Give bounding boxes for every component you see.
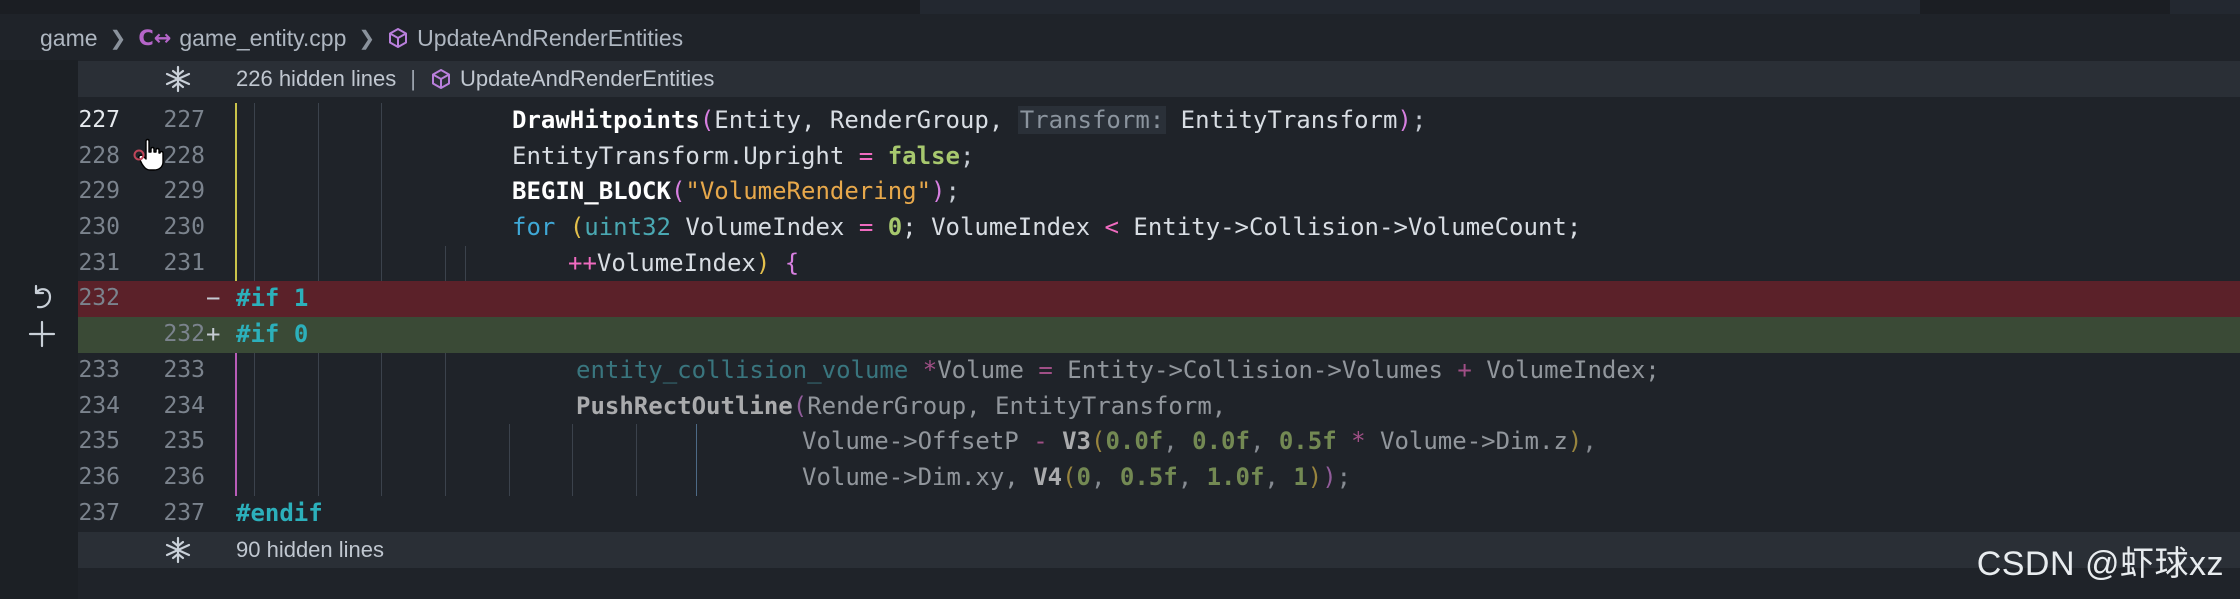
old-line-number: 233 [78,356,120,383]
code-text: #if 1 [236,284,309,313]
hidden-lines-label: 226 hidden lines [236,66,397,91]
hidden-lines-label: 90 hidden lines [236,537,385,562]
code-line: 233 233 entity_collision_volume *Volume … [78,352,2240,389]
old-line-number: 227 [78,107,120,133]
change-bar [235,352,237,389]
hidden-lines-bottom[interactable]: 90 hidden lines [78,532,2240,568]
code-text: for (uint32 VolumeIndex = 0; VolumeIndex… [512,213,1582,242]
new-line-number: 229 [163,178,205,205]
old-line-number: 236 [78,463,120,490]
code-text: BEGIN_BLOCK("VolumeRendering"); [512,177,960,206]
new-line-number: 234 [163,392,205,419]
code-line: 234 234 PushRectOutline(RenderGroup, Ent… [78,388,2240,425]
code-line: 236 236 Volume->Dim.xy, V4(0, 0.5f, 1.0f… [78,459,2240,496]
code-line: 231 231 ++VolumeIndex) { [78,245,2240,282]
code-text: Volume->OffsetP - V3(0.0f, 0.0f, 0.5f * … [802,427,1597,456]
old-line-number: 237 [78,499,120,526]
old-line-number: 235 [78,428,120,455]
change-bar [235,138,237,175]
new-line-number: 233 [163,356,205,383]
old-line-number: 230 [78,214,120,241]
chevron-right-icon: ❯ [358,27,376,50]
hidden-lines-top[interactable]: 226 hidden lines | UpdateAndRenderEntiti… [78,61,2240,97]
old-line-number: 231 [78,249,120,276]
code-text: #if 0 [236,320,309,349]
change-bar [235,245,237,282]
breadcrumb-folder[interactable]: game [40,25,98,52]
code-line: 237 237 #endif [78,496,2240,532]
cube-method-icon [387,27,409,49]
new-line-number: 231 [163,249,205,276]
breadcrumb-symbol[interactable]: UpdateAndRenderEntities [417,25,683,52]
new-line-number: 237 [163,499,205,526]
diff-editor[interactable]: 227 227 DrawHitpoints(Entity, RenderGrou… [78,103,2240,531]
tab-strip-segment [920,0,1920,14]
change-bar [235,388,237,425]
code-line: 228 228 EntityTransform.Upright = false; [78,138,2240,175]
hidden-lines-symbol: UpdateAndRenderEntities [459,66,715,91]
code-text: PushRectOutline(RenderGroup, EntityTrans… [576,391,1227,420]
code-text: DrawHitpoints(Entity, RenderGroup, Trans… [512,106,1427,134]
old-line-number: 228 [78,142,120,169]
watermark: CSDN @虾球xz [1976,545,2224,583]
removed-marker: − [206,284,221,313]
revert-icon[interactable] [28,282,58,316]
old-line-number: 229 [78,178,120,205]
added-marker: + [206,320,221,349]
new-line-number: 227 [163,107,205,133]
removed-line: 232 − #if 1 [78,281,2240,318]
unfold-icon[interactable] [164,65,192,93]
code-line: 227 227 DrawHitpoints(Entity, RenderGrou… [78,103,2240,139]
old-line-number: 232 [78,285,120,312]
unfold-icon[interactable] [164,536,192,564]
added-line: 232 + #if 0 [78,317,2240,353]
change-bar [235,210,237,246]
chevron-right-icon: ❯ [109,27,127,50]
old-line-number: 234 [78,392,120,419]
code-text: Volume->Dim.xy, V4(0, 0.5f, 1.0f, 1)); [802,462,1352,491]
change-bar [235,424,237,460]
code-text: #endif [236,498,323,527]
new-line-number: 236 [163,463,205,490]
change-bar [235,174,237,211]
change-bar [235,459,237,496]
code-text: EntityTransform.Upright = false; [512,141,975,170]
code-line: 230 230 for (uint32 VolumeIndex = 0; Vol… [78,210,2240,246]
change-bar [235,103,237,139]
new-line-number: 228 [163,142,205,169]
code-line: 229 229 BEGIN_BLOCK("VolumeRendering"); [78,174,2240,211]
cpp-file-icon: C↔ [138,26,172,50]
new-line-number: 235 [163,428,205,455]
new-line-number: 232 [163,321,205,348]
breadcrumb: game ❯ C↔ game_entity.cpp ❯ UpdateAndRen… [40,22,683,54]
code-text: entity_collision_volume *Volume = Entity… [576,355,1660,384]
top-tab-strip [0,0,2240,14]
cube-method-icon [430,68,452,90]
breadcrumb-file[interactable]: game_entity.cpp [179,25,346,52]
new-line-number: 230 [163,214,205,241]
code-line: 235 235 Volume->OffsetP - V3(0.0f, 0.0f,… [78,424,2240,460]
separator: | [410,66,416,91]
code-text: ++VolumeIndex) { [568,248,800,277]
add-icon[interactable] [26,318,58,354]
tab-strip-segment [2170,0,2240,14]
breakpoint-icon[interactable] [133,146,145,165]
